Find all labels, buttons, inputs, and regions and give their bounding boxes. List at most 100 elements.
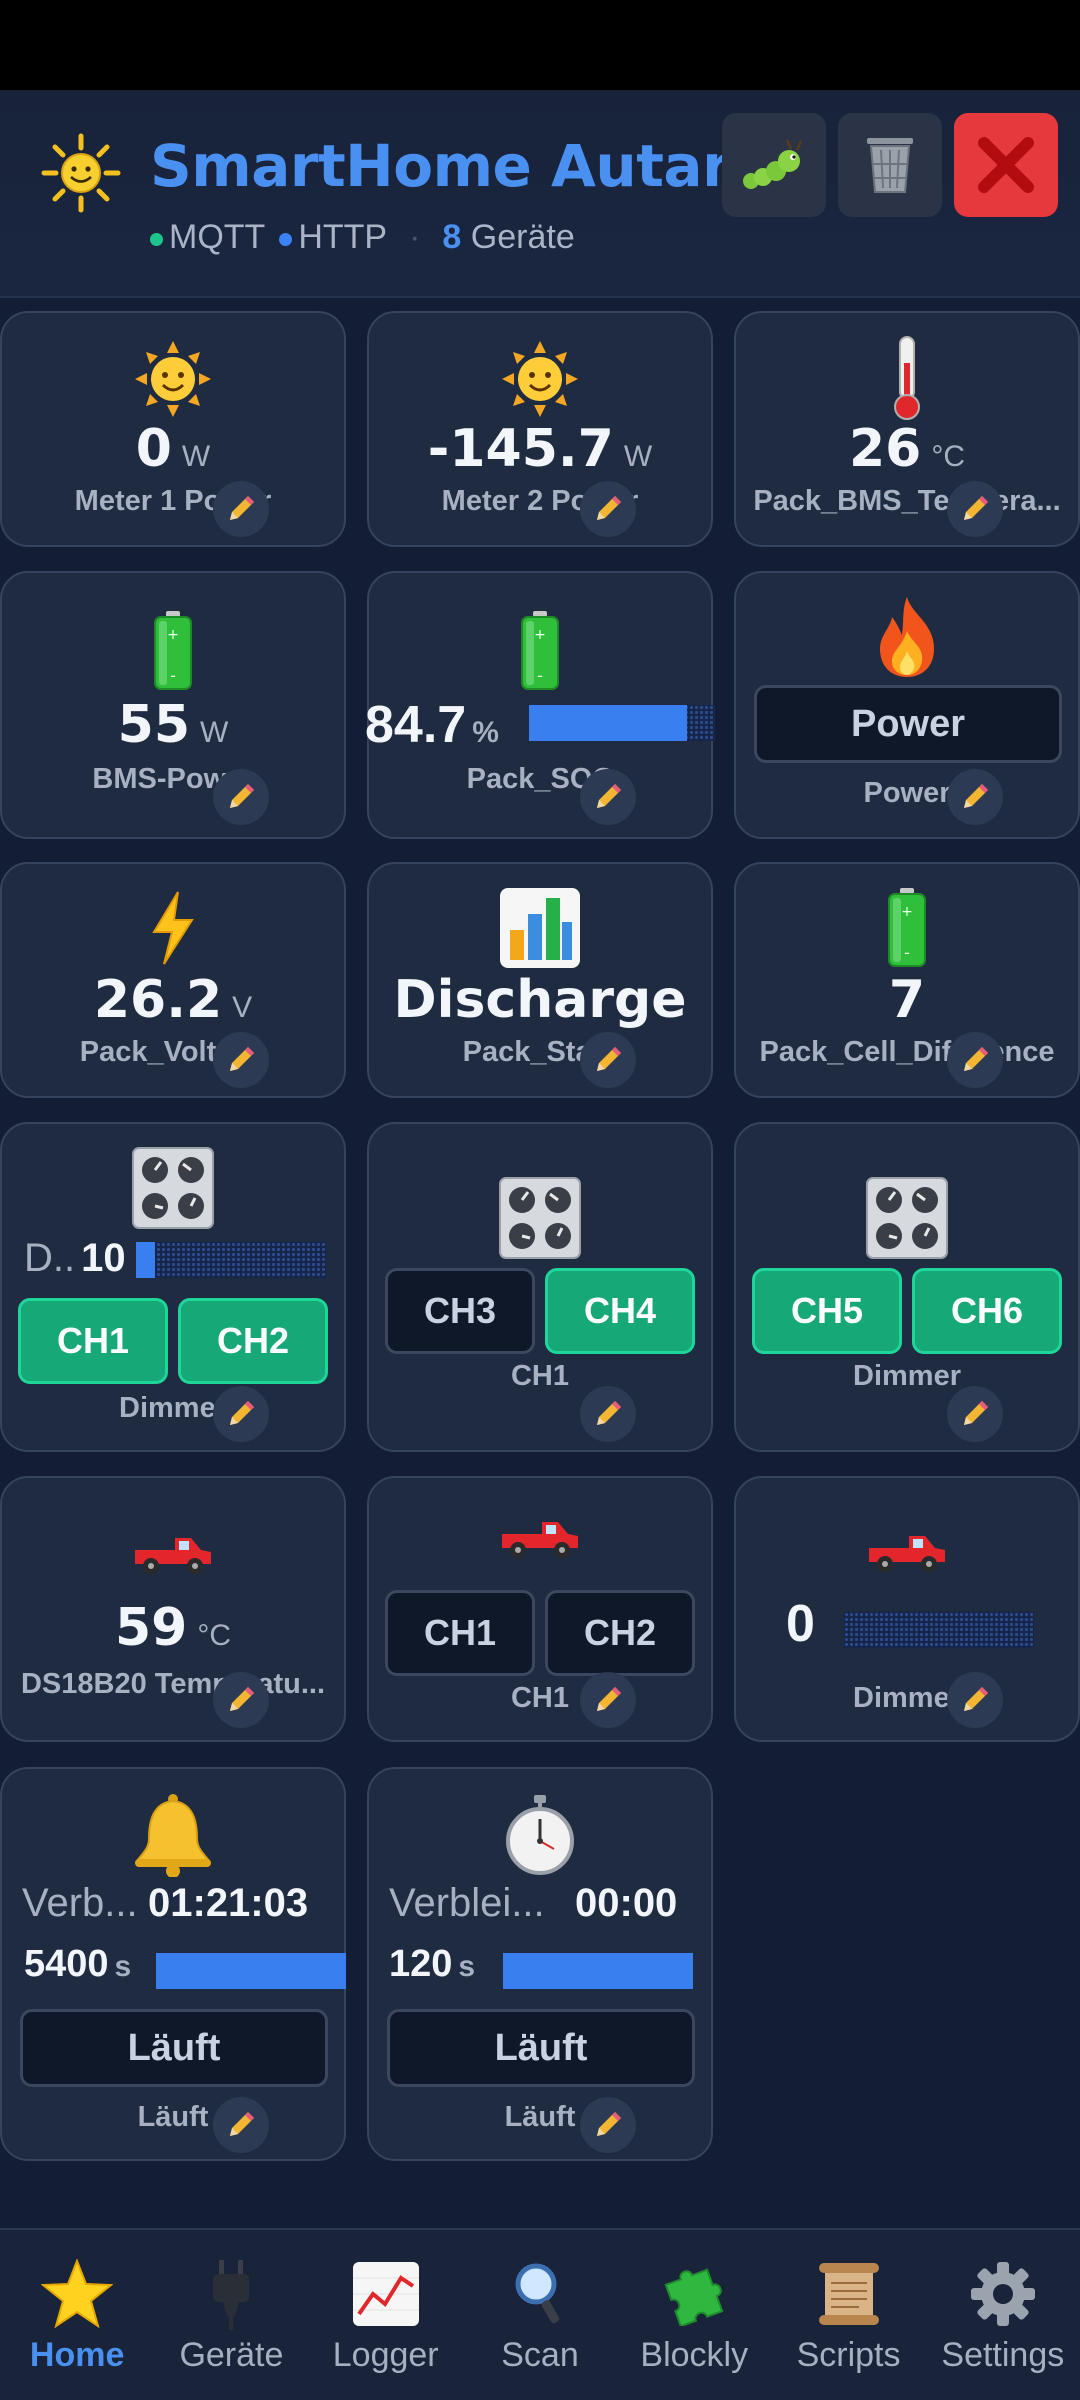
edit-button[interactable] — [947, 1672, 1003, 1728]
pack-soc-value: 84.7% — [365, 696, 499, 754]
debug-button[interactable] — [722, 113, 826, 217]
edit-button[interactable] — [947, 769, 1003, 825]
edit-button[interactable] — [580, 481, 636, 537]
mqtt-dot-icon — [150, 232, 163, 246]
timer2-label: Läuft — [504, 2101, 576, 2133]
device-card-timer1[interactable]: Verb... 01:21:03 5400 s Läuft Läuft — [0, 1767, 346, 2161]
timer1-run-button[interactable]: Läuft — [20, 2009, 328, 2087]
close-button[interactable] — [954, 113, 1058, 217]
device-card-pack-state[interactable]: Discharge Pack_State — [367, 862, 713, 1098]
edit-button[interactable] — [947, 1386, 1003, 1442]
device-card-meter1[interactable]: 0W Meter 1 Power — [0, 311, 346, 547]
svg-text:+: + — [534, 627, 546, 643]
magnifier-icon — [515, 2263, 560, 2324]
edit-button[interactable] — [213, 481, 269, 537]
device-count: 8 Geräte — [442, 218, 574, 257]
pencil-icon — [230, 496, 254, 520]
pack-voltage-label: Pack_Voltage — [79, 1036, 267, 1068]
fire-icon — [880, 597, 934, 677]
edit-button[interactable] — [947, 1032, 1003, 1088]
channel-5-button[interactable]: CH5 — [752, 1268, 902, 1354]
edit-button[interactable] — [947, 481, 1003, 537]
svg-text:-: - — [170, 666, 176, 685]
timer2-seconds: 120 s — [389, 1943, 476, 1985]
meter1-label: Meter 1 Power — [74, 485, 272, 517]
nav-home[interactable]: Home — [0, 2230, 154, 2400]
nav-scripts[interactable]: Scripts — [771, 2230, 925, 2400]
bottom-navigation: Home Geräte Logger Scan Blockly Scripts … — [0, 2228, 1080, 2400]
edit-button[interactable] — [213, 1032, 269, 1088]
app-header: SmartHome Autark MQTT HTTP · 8 Geräte — [0, 90, 1080, 298]
delete-button[interactable] — [838, 113, 942, 217]
edit-button[interactable] — [580, 2097, 636, 2153]
mqtt-status: MQTT — [150, 218, 265, 257]
device-card-dimmer2[interactable]: CH3 CH4 CH1 — [367, 1122, 713, 1452]
bar-chart-icon — [500, 888, 580, 968]
device-card-dimmer3[interactable]: CH5 CH6 Dimmer — [734, 1122, 1080, 1452]
device-card-bms-temperature[interactable]: 26 °C Pack_BMS_Tempera... — [734, 311, 1080, 547]
pencil-icon — [597, 784, 621, 808]
dimmer3-label: Dimmer — [853, 1360, 961, 1392]
device-card-pack-voltage[interactable]: 26.2 V Pack_Voltage — [0, 862, 346, 1098]
power-toggle-button[interactable]: Power — [754, 685, 1062, 763]
nav-home-label: Home — [29, 2336, 125, 2374]
edit-button[interactable] — [213, 769, 269, 825]
device-card-pack-soc[interactable]: + - 84.7% Pack_SOC — [365, 571, 715, 839]
edit-button[interactable] — [580, 1386, 636, 1442]
channel-1-button[interactable]: CH1 — [18, 1298, 168, 1384]
edit-button[interactable] — [213, 1386, 269, 1442]
connection-status: MQTT HTTP · 8 Geräte — [150, 218, 575, 257]
bms-temp-label: Pack_BMS_Tempera... — [753, 485, 1061, 517]
pickup-truck-icon — [135, 1538, 211, 1574]
control-knobs-icon — [132, 1147, 214, 1229]
nav-devices[interactable]: Geräte — [154, 2230, 308, 2400]
device-card-power[interactable]: Power Power — [734, 571, 1080, 839]
channel-6-button[interactable]: CH6 — [912, 1268, 1062, 1354]
nav-scan-label: Scan — [501, 2336, 579, 2374]
battery-icon: + - — [154, 611, 192, 690]
timer1-seconds: 5400 s — [24, 1943, 132, 1985]
channel-4-button[interactable]: CH4 — [545, 1268, 695, 1354]
sun-face-icon — [135, 341, 211, 417]
edit-button[interactable] — [580, 1032, 636, 1088]
nav-settings[interactable]: Settings — [926, 2230, 1080, 2400]
device-card-meter2[interactable]: -145.7 W Meter 2 Power — [367, 311, 713, 547]
truck-channel-1-button[interactable]: CH1 — [385, 1590, 535, 1676]
truck-dimmer-bar[interactable] — [844, 1612, 1034, 1648]
dimmer1-bar[interactable] — [136, 1242, 326, 1278]
truck-channel-2-button[interactable]: CH2 — [545, 1590, 695, 1676]
nav-logger[interactable]: Logger — [309, 2230, 463, 2400]
pencil-icon — [597, 496, 621, 520]
nav-logger-label: Logger — [332, 2336, 439, 2374]
plug-icon — [213, 2260, 250, 2330]
app-title: SmartHome Autark — [150, 132, 769, 200]
meter2-value: -145.7 W — [427, 419, 653, 479]
nav-scan[interactable]: Scan — [463, 2230, 617, 2400]
nav-devices-label: Geräte — [179, 2336, 284, 2374]
pencil-icon — [230, 1401, 254, 1425]
pencil-icon — [964, 1687, 988, 1711]
pencil-icon — [964, 496, 988, 520]
channel-2-button[interactable]: CH2 — [178, 1298, 328, 1384]
edit-button[interactable] — [213, 2097, 269, 2153]
timer2-run-button[interactable]: Läuft — [387, 2009, 695, 2087]
edit-button[interactable] — [580, 769, 636, 825]
device-card-ds18b20[interactable]: 59 °C DS18B20 Temperatu... — [0, 1476, 346, 1742]
device-card-truck-dimmer[interactable]: 0 Dimmer — [734, 1476, 1080, 1742]
thermometer-icon — [894, 336, 920, 420]
pack-voltage-value: 26.2 V — [93, 970, 253, 1030]
channel-3-button[interactable]: CH3 — [385, 1268, 535, 1354]
device-card-dimmer1[interactable]: D.. 10 CH1 CH2 Dimmer — [0, 1122, 346, 1452]
device-card-bms-power[interactable]: + - 55 W BMS-Power — [0, 571, 346, 839]
device-count-value: 8 — [442, 218, 462, 256]
edit-button[interactable] — [213, 1672, 269, 1728]
http-label: HTTP — [298, 218, 388, 256]
device-card-cell-difference[interactable]: + - 7 Pack_Cell_Difference — [734, 862, 1080, 1098]
edit-button[interactable] — [580, 1672, 636, 1728]
stopwatch-icon — [506, 1795, 574, 1875]
control-knobs-icon — [866, 1177, 948, 1259]
pencil-icon — [597, 2112, 621, 2136]
device-card-timer2[interactable]: Verblei... 00:00 120 s Läuft Läuft — [367, 1767, 713, 2161]
device-card-truck-relay[interactable]: CH1 CH2 CH1 — [367, 1476, 713, 1742]
nav-blockly[interactable]: Blockly — [617, 2230, 771, 2400]
